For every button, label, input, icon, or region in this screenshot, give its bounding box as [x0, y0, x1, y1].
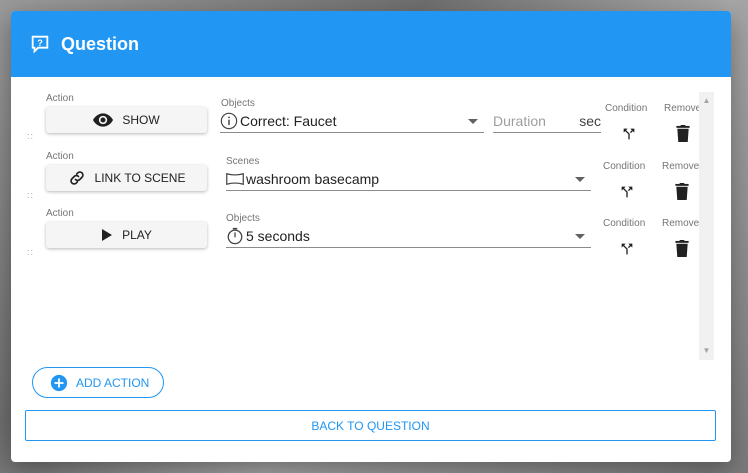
condition-label: Condition — [603, 218, 646, 229]
chevron-down-icon — [575, 177, 585, 182]
panorama-icon — [226, 171, 244, 187]
remove-button[interactable] — [671, 124, 695, 148]
trash-icon — [676, 125, 690, 147]
condition-button[interactable] — [617, 124, 641, 148]
timer-icon — [226, 227, 244, 245]
link-icon — [68, 169, 86, 187]
action-label: Action — [46, 151, 74, 162]
remove-button[interactable] — [670, 239, 694, 263]
drag-handle-icon[interactable]: :: — [27, 191, 39, 203]
chevron-down-icon — [575, 234, 585, 239]
remove-label: Remove — [662, 161, 700, 172]
objects-select[interactable]: Correct: Faucet — [220, 109, 484, 133]
condition-label: Condition — [605, 103, 648, 114]
chevron-down-icon — [468, 119, 478, 124]
objects-label: Objects — [221, 98, 255, 109]
objects-label: Objects — [226, 213, 260, 224]
objects-value: 5 seconds — [246, 227, 310, 244]
dialog-title: Question — [61, 33, 140, 54]
dialog-header: ? Question — [11, 11, 731, 77]
show-button-label: SHOW — [122, 113, 160, 127]
play-icon — [101, 229, 113, 241]
scenes-value: washroom basecamp — [246, 170, 380, 187]
remove-button[interactable] — [670, 182, 694, 206]
svg-text:?: ? — [37, 38, 43, 48]
vertical-scrollbar[interactable]: ▲ ▼ — [699, 92, 714, 360]
plus-circle-icon — [50, 374, 68, 392]
objects-value: Correct: Faucet — [240, 112, 337, 129]
eye-icon — [93, 113, 114, 127]
duration-input[interactable]: Duration sec — [493, 109, 601, 133]
back-to-question-button[interactable]: BACK TO QUESTION — [25, 410, 716, 441]
action-row: :: Action LINK TO SCENE Scenes washroom … — [25, 149, 699, 207]
duration-placeholder: Duration — [493, 112, 546, 129]
play-button-label: PLAY — [122, 228, 152, 242]
action-row: :: Action PLAY Objects 5 seconds Conditi… — [25, 206, 699, 264]
scenes-label: Scenes — [226, 156, 260, 167]
condition-button[interactable] — [615, 239, 639, 263]
drag-handle-icon[interactable]: :: — [27, 248, 39, 260]
condition-button[interactable] — [615, 182, 639, 206]
back-to-question-label: BACK TO QUESTION — [311, 418, 430, 433]
link-to-scene-button-label: LINK TO SCENE — [94, 171, 186, 185]
link-to-scene-button[interactable]: LINK TO SCENE — [46, 165, 207, 191]
scroll-down-icon[interactable]: ▼ — [699, 344, 714, 358]
scroll-up-icon[interactable]: ▲ — [699, 94, 714, 108]
help-box-icon: ? — [29, 33, 51, 55]
actions-list: :: Action SHOW Objects Correct: Faucet D… — [25, 91, 715, 361]
condition-label: Condition — [603, 161, 646, 172]
call-split-icon — [619, 184, 635, 205]
add-action-button[interactable]: ADD ACTION — [32, 367, 164, 398]
play-button[interactable]: PLAY — [46, 222, 207, 248]
action-label: Action — [46, 208, 74, 219]
action-label: Action — [46, 93, 74, 104]
objects-select[interactable]: 5 seconds — [226, 224, 591, 248]
trash-icon — [675, 183, 689, 205]
show-button[interactable]: SHOW — [46, 107, 207, 133]
info-icon — [220, 112, 238, 130]
remove-label: Remove — [662, 218, 700, 229]
call-split-icon — [619, 241, 635, 262]
call-split-icon — [621, 126, 637, 147]
duration-unit: sec — [579, 112, 601, 129]
drag-handle-icon[interactable]: :: — [27, 132, 39, 144]
trash-icon — [675, 240, 689, 262]
add-action-label: ADD ACTION — [76, 375, 150, 390]
scenes-select[interactable]: washroom basecamp — [226, 167, 591, 191]
remove-label: Remove — [664, 103, 702, 114]
action-row: :: Action SHOW Objects Correct: Faucet D… — [25, 91, 701, 149]
question-dialog: ? Question :: Action SHOW Objects Correc… — [11, 11, 731, 462]
